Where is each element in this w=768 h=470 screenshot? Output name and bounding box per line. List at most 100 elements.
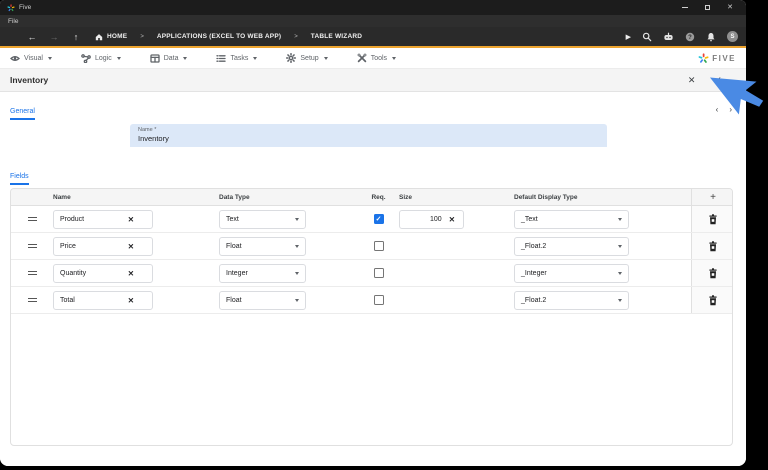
menu-setup[interactable]: Setup <box>286 53 328 63</box>
fields-table-header: Name Data Type Req. Size Default Display… <box>11 189 732 206</box>
home-icon <box>95 33 103 40</box>
data-type-select[interactable]: Float <box>219 290 306 310</box>
fields-table: Name Data Type Req. Size Default Display… <box>10 188 733 446</box>
field-datatype-value: Text <box>226 215 239 223</box>
main-toolbar: Visual Logic Data Tasks Setup Tools FIVE <box>0 48 746 69</box>
drag-handle[interactable] <box>27 216 37 222</box>
breadcrumb-home[interactable]: HOME <box>95 33 127 41</box>
display-type-select[interactable]: _Float.2 <box>514 290 629 310</box>
chevron-down-icon <box>618 217 622 221</box>
tab-general[interactable]: General <box>10 108 35 120</box>
drag-handle[interactable] <box>27 243 37 249</box>
field-row: Total ✕ Float _Float.2 <box>11 287 732 314</box>
screen: Five ✕ File ← → ↑ HOME > APPLICATIONS (E… <box>0 0 768 470</box>
add-field-button[interactable]: + <box>710 192 716 203</box>
save-button[interactable]: ✓ <box>714 75 722 85</box>
required-checkbox[interactable] <box>373 268 384 278</box>
data-type-select[interactable]: Integer <box>219 263 306 283</box>
next-record-button[interactable]: › <box>729 105 732 114</box>
delete-row-button[interactable] <box>708 213 718 225</box>
five-logo-icon <box>698 52 709 63</box>
previous-record-button[interactable]: ‹ <box>716 105 719 114</box>
chevron-down-icon <box>47 56 52 60</box>
clear-name-icon[interactable]: ✕ <box>128 296 134 305</box>
clear-size-icon[interactable]: ✕ <box>449 215 455 224</box>
data-type-select[interactable]: Text <box>219 209 306 229</box>
search-icon[interactable] <box>642 32 652 42</box>
file-menu[interactable]: File <box>8 18 18 25</box>
user-avatar[interactable]: S <box>727 31 738 42</box>
column-header-default-display-type: Default Display Type <box>514 193 578 201</box>
field-datatype-value: Integer <box>226 269 248 277</box>
field-name-input[interactable]: Price ✕ <box>53 236 153 256</box>
help-icon[interactable]: ? <box>685 32 695 42</box>
five-wordmark: FIVE <box>712 53 736 63</box>
delete-row-button[interactable] <box>708 294 718 306</box>
five-logo-icon <box>7 3 15 11</box>
cancel-button[interactable]: ✕ <box>688 75 696 85</box>
field-name-input[interactable]: Product ✕ <box>53 209 153 229</box>
maximize-button[interactable] <box>705 5 711 10</box>
breadcrumb-separator: > <box>294 33 298 40</box>
required-checkbox[interactable] <box>373 241 384 251</box>
menu-data[interactable]: Data <box>150 53 188 63</box>
chevron-down-icon <box>618 271 622 275</box>
drag-handle[interactable] <box>27 270 37 276</box>
clear-name-icon[interactable]: ✕ <box>128 215 134 224</box>
breadcrumb-applications[interactable]: APPLICATIONS (EXCEL TO WEB APP) <box>157 33 281 40</box>
field-row: Quantity ✕ Integer _Integer <box>11 260 732 287</box>
name-field[interactable]: Name * Inventory <box>130 124 607 147</box>
required-checkbox[interactable] <box>373 295 384 305</box>
forward-button[interactable]: → <box>50 32 59 42</box>
menu-tasks[interactable]: Tasks <box>216 54 258 63</box>
column-header-data-type: Data Type <box>219 193 250 201</box>
minimize-button[interactable] <box>682 7 689 8</box>
menu-logic[interactable]: Logic <box>81 53 121 63</box>
display-type-select[interactable]: _Integer <box>514 263 629 283</box>
field-size-value: 100 <box>430 215 442 223</box>
chevron-down-icon <box>323 56 328 60</box>
display-type-select[interactable]: _Text <box>514 209 629 229</box>
menu-bar: File <box>0 15 746 27</box>
field-name-input[interactable]: Total ✕ <box>53 290 153 310</box>
gear-icon <box>286 53 297 63</box>
field-display-type-value: _Float.2 <box>521 296 547 304</box>
column-header-req: Req. <box>371 193 386 201</box>
chevron-down-icon <box>116 56 121 60</box>
menu-tools[interactable]: Tools <box>357 53 397 63</box>
chevron-down-icon <box>295 244 299 248</box>
hamburger-menu-icon[interactable] <box>8 33 17 40</box>
title-bar: Five ✕ <box>0 0 746 15</box>
name-field-value: Inventory <box>138 134 169 143</box>
field-row: Product ✕ Text 100 ✕ _Text <box>11 206 732 233</box>
tools-wrench-icon <box>357 53 367 63</box>
clear-name-icon[interactable]: ✕ <box>128 269 134 278</box>
field-name-input[interactable]: Quantity ✕ <box>53 263 153 283</box>
required-checkbox[interactable] <box>373 214 384 224</box>
breadcrumb: HOME > APPLICATIONS (EXCEL TO WEB APP) >… <box>95 33 362 41</box>
run-button[interactable]: ▶ <box>626 33 631 41</box>
tab-fields[interactable]: Fields <box>10 173 29 185</box>
back-button[interactable]: ← <box>28 32 37 42</box>
delete-row-button[interactable] <box>708 267 718 279</box>
drag-handle[interactable] <box>27 297 37 303</box>
up-button[interactable]: ↑ <box>74 32 79 42</box>
field-row: Price ✕ Float _Float.2 <box>11 233 732 260</box>
task-list-icon <box>216 54 227 62</box>
close-window-button[interactable]: ✕ <box>727 4 733 11</box>
assistant-bot-icon[interactable] <box>663 32 674 42</box>
table-icon <box>150 53 160 63</box>
size-cell-content[interactable]: 100 ✕ <box>399 209 464 229</box>
field-datatype-value: Float <box>226 242 242 250</box>
field-name-value: Product <box>60 215 85 223</box>
five-brand: FIVE <box>698 52 736 64</box>
delete-row-button[interactable] <box>708 240 718 252</box>
data-type-select[interactable]: Float <box>219 236 306 256</box>
content-area: General ‹ › Name * Inventory Fields Name… <box>0 92 746 466</box>
menu-visual[interactable]: Visual <box>10 54 52 63</box>
clear-name-icon[interactable]: ✕ <box>128 242 134 251</box>
svg-text:?: ? <box>688 35 692 41</box>
display-type-select[interactable]: _Float.2 <box>514 236 629 256</box>
breadcrumb-table-wizard[interactable]: TABLE WIZARD <box>311 33 362 40</box>
notifications-bell-icon[interactable] <box>706 32 716 42</box>
